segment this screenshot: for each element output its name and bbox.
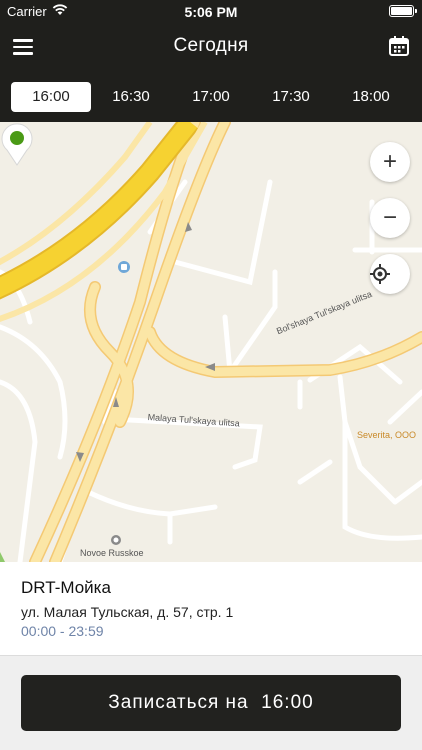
time-slot-1630[interactable]: 16:30 [91,82,171,112]
status-time: 5:06 PM [184,4,238,20]
minus-icon: − [382,204,397,231]
book-button-time: 16:00 [261,692,314,713]
zoom-in-button[interactable]: + [370,142,410,182]
location-info-panel[interactable]: DRT-Мойка ул. Малая Тульская, д. 57, стр… [0,562,422,655]
map-poi-label: Novoe Russkoe [80,548,144,558]
calendar-icon[interactable] [389,36,409,56]
crosshair-icon [370,264,390,284]
status-bar: Carrier 5:06 PM [0,0,422,22]
location-name: DRT-Мойка [21,578,111,597]
map-view[interactable]: Bol'shaya Tul'skaya ulitsa Malaya Tul'sk… [0,122,422,562]
time-slot-1700[interactable]: 17:00 [171,82,251,112]
book-appointment-button[interactable]: Записаться на 16:00 [21,675,401,731]
battery-icon [389,5,417,17]
map-roads [0,122,422,562]
location-address: ул. Малая Тульская, д. 57, стр. 1 [21,604,234,620]
map-poi-label: Severita, OOO [357,430,417,440]
time-slot-1600[interactable]: 16:00 [11,82,91,112]
location-hours: 00:00 - 23:59 [21,623,104,639]
time-slot-1800[interactable]: 18:00 [331,82,411,112]
book-button-label: Записаться на [108,692,249,713]
bottom-action-area: Записаться на 16:00 [0,655,422,750]
my-location-button[interactable] [370,254,410,294]
plus-icon: + [382,148,397,175]
time-slot-1730[interactable]: 17:30 [251,82,331,112]
zoom-out-button[interactable]: − [370,198,410,238]
page-title: Сегодня [173,35,249,56]
nav-bar: Сегодня [0,22,422,72]
time-slot-tabs: 16:00 16:30 17:00 17:30 18:00 [0,72,422,122]
location-pin-icon[interactable] [0,122,34,166]
